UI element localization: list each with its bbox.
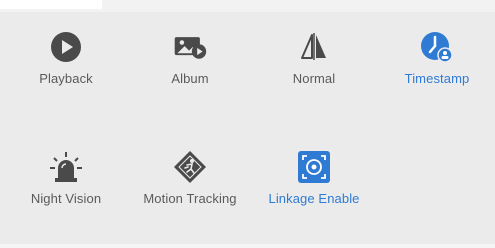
bottom-divider	[0, 244, 495, 248]
normal-label: Normal	[292, 71, 336, 86]
album-button[interactable]: Album	[130, 30, 250, 100]
playback-label: Playback	[39, 71, 93, 86]
mirror-icon	[296, 30, 332, 64]
play-icon	[48, 30, 84, 64]
night-vision-button[interactable]: Night Vision	[6, 150, 126, 220]
timestamp-icon	[419, 30, 455, 64]
motion-tracking-icon	[172, 150, 208, 184]
linkage-enable-button[interactable]: Linkage Enable	[254, 150, 374, 220]
playback-button[interactable]: Playback	[6, 30, 126, 100]
linkage-enable-label: Linkage Enable	[268, 191, 360, 206]
motion-tracking-button[interactable]: Motion Tracking	[130, 150, 250, 220]
night-vision-label: Night Vision	[30, 191, 102, 206]
timestamp-label: Timestamp	[404, 71, 470, 86]
album-icon	[172, 30, 208, 64]
normal-button[interactable]: Normal	[254, 30, 374, 100]
motion-tracking-label: Motion Tracking	[143, 191, 237, 206]
album-label: Album	[171, 71, 209, 86]
linkage-icon	[296, 150, 332, 184]
top-tab	[0, 0, 102, 9]
night-vision-icon	[48, 150, 84, 184]
timestamp-button[interactable]: Timestamp	[377, 30, 495, 100]
